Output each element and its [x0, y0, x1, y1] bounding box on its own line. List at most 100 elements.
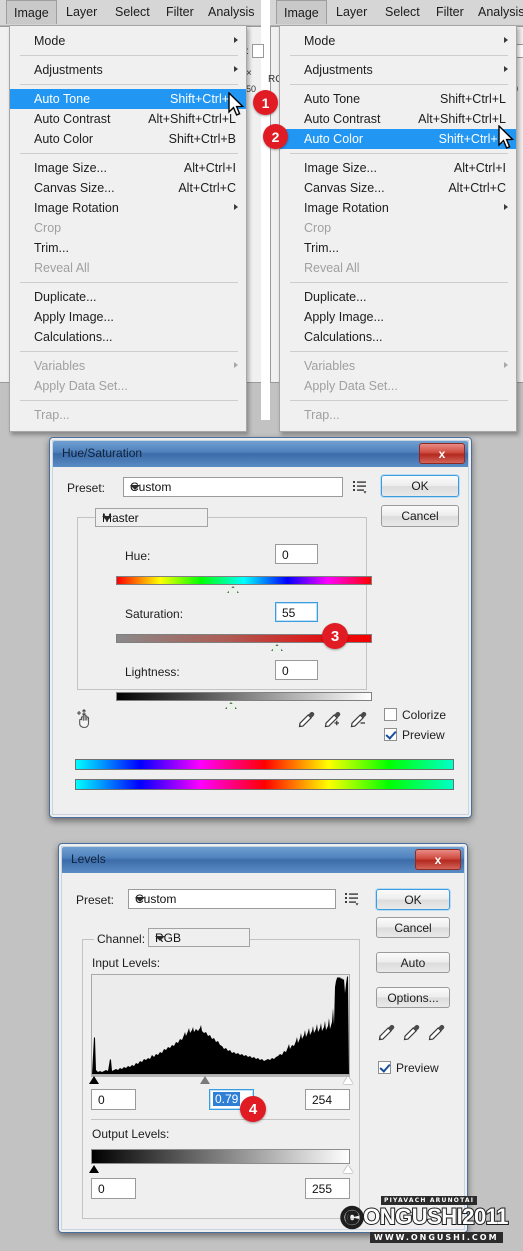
menu-item-auto-tone-left[interactable]: Auto Tone Shift+Ctrl+L	[10, 89, 246, 109]
input-white-point-handle[interactable]	[343, 1076, 353, 1084]
copyright-icon: ©	[340, 1202, 365, 1235]
preset-label: Preset:	[67, 481, 106, 495]
ok-button[interactable]: OK	[376, 889, 450, 910]
menu-item-trim-right[interactable]: Trim...	[280, 238, 516, 258]
input-white-input[interactable]: 254	[305, 1089, 350, 1110]
channel-combobox[interactable]: RGB	[148, 928, 250, 947]
spectrum-bar-source	[75, 759, 454, 770]
menu-item-label: Crop	[34, 221, 62, 235]
ok-button[interactable]: OK	[381, 475, 459, 497]
menu-separator	[290, 153, 508, 154]
menu-item-trim-left[interactable]: Trim...	[10, 238, 246, 258]
eyedropper-black-point-icon[interactable]	[377, 1023, 396, 1042]
menu-item-auto-tone-right[interactable]: Auto Tone Shift+Ctrl+L	[280, 89, 516, 109]
hue-input[interactable]: 0	[275, 544, 318, 564]
menu-item-apply-data-set-right: Apply Data Set...	[280, 376, 516, 396]
close-icon[interactable]: x	[419, 443, 465, 464]
menu-item-label: Apply Image...	[34, 310, 114, 324]
menu-item-duplicate-right[interactable]: Duplicate...	[280, 287, 516, 307]
input-gamma-handle[interactable]	[200, 1076, 210, 1084]
input-black-point-handle[interactable]	[89, 1076, 99, 1084]
menu-item-shortcut: Shift+Ctrl+L	[439, 92, 506, 106]
eyedropper-subtract-icon[interactable]	[349, 710, 368, 729]
output-black-point-handle[interactable]	[89, 1165, 99, 1173]
menu-item-adjustments-left[interactable]: Adjustments	[10, 60, 246, 80]
menubar-item-layer-right[interactable]: Layer	[329, 0, 374, 25]
lightness-slider-marker[interactable]	[225, 702, 237, 709]
chevron-down-icon	[155, 936, 165, 941]
input-black-value: 0	[98, 1093, 105, 1107]
menu-item-image-rotation-left[interactable]: Image Rotation	[10, 198, 246, 218]
preset-combobox[interactable]: Custom	[128, 889, 336, 909]
menubar-item-analysis-left[interactable]: Analysis	[201, 0, 262, 25]
cancel-button[interactable]: Cancel	[376, 917, 450, 938]
menubar-item-image-left[interactable]: Image	[6, 0, 57, 24]
channel-label: Channel:	[94, 932, 149, 946]
menubar-item-select-left[interactable]: Select	[108, 0, 157, 25]
levels-dialog: Levels x Preset: Custom OK Cancel Auto O…	[58, 843, 468, 1233]
preset-options-icon[interactable]	[352, 479, 368, 495]
watermark-site: WWW.ONGUSHI.COM	[370, 1232, 503, 1243]
close-icon[interactable]: x	[415, 849, 461, 870]
menu-item-image-size-left[interactable]: Image Size... Alt+Ctrl+I	[10, 158, 246, 178]
levels-titlebar[interactable]: Levels x	[62, 847, 464, 873]
menu-item-adjustments-right[interactable]: Adjustments	[280, 60, 516, 80]
menu-item-label: Auto Tone	[304, 92, 361, 106]
menu-separator	[20, 55, 238, 56]
menu-item-calculations-right[interactable]: Calculations...	[280, 327, 516, 347]
preview-checkbox[interactable]	[378, 1061, 391, 1074]
menubar-item-select-right[interactable]: Select	[378, 0, 427, 25]
eyedropper-add-icon[interactable]	[323, 710, 342, 729]
menu-item-image-size-right[interactable]: Image Size... Alt+Ctrl+I	[280, 158, 516, 178]
menu-item-calculations-left[interactable]: Calculations...	[10, 327, 246, 347]
menu-item-image-rotation-right[interactable]: Image Rotation	[280, 198, 516, 218]
menu-item-auto-color-right[interactable]: Auto Color Shift+Ctrl+B	[280, 129, 516, 149]
menu-item-auto-contrast-left[interactable]: Auto Contrast Alt+Shift+Ctrl+L	[10, 109, 246, 129]
eyedropper-icon[interactable]	[297, 710, 316, 729]
menu-item-canvas-size-right[interactable]: Canvas Size... Alt+Ctrl+C	[280, 178, 516, 198]
menubar-item-image-right[interactable]: Image	[276, 0, 327, 24]
colorize-checkbox[interactable]	[384, 708, 397, 721]
lightness-slider[interactable]	[116, 692, 372, 701]
menu-item-mode-right[interactable]: Mode	[280, 31, 516, 51]
menubar-item-layer-left[interactable]: Layer	[59, 0, 104, 25]
menu-item-mode-left[interactable]: Mode	[10, 31, 246, 51]
menu-item-apply-image-right[interactable]: Apply Image...	[280, 307, 516, 327]
input-levels-track	[91, 1075, 350, 1077]
eyedropper-white-point-icon[interactable]	[427, 1023, 446, 1042]
output-black-input[interactable]: 0	[91, 1178, 136, 1199]
hue-slider-marker[interactable]	[227, 586, 239, 593]
output-white-input[interactable]: 255	[305, 1178, 350, 1199]
preset-options-icon[interactable]	[344, 891, 360, 907]
saturation-slider-marker[interactable]	[271, 644, 283, 651]
saturation-input[interactable]: 55	[275, 602, 318, 622]
input-gamma-value: 0.79	[213, 1092, 241, 1106]
hue-slider[interactable]	[116, 576, 372, 585]
input-black-input[interactable]: 0	[91, 1089, 136, 1110]
options-button[interactable]: Options...	[376, 987, 450, 1008]
menu-item-apply-image-left[interactable]: Apply Image...	[10, 307, 246, 327]
on-image-adjustment-hand-icon[interactable]	[75, 707, 97, 729]
menu-item-auto-contrast-right[interactable]: Auto Contrast Alt+Shift+Ctrl+L	[280, 109, 516, 129]
menu-item-shortcut: Alt+Ctrl+C	[178, 181, 236, 195]
menu-panel-left: Image Layer Select Filter Analysis Mode …	[0, 0, 262, 432]
menu-item-label: Duplicate...	[34, 290, 97, 304]
menubar-item-analysis-right[interactable]: Analysis	[471, 0, 523, 25]
menu-separator	[290, 400, 508, 401]
menubar-item-filter-right[interactable]: Filter	[429, 0, 471, 25]
preview-checkbox[interactable]	[384, 728, 397, 741]
cancel-button[interactable]: Cancel	[381, 505, 459, 527]
menu-item-canvas-size-left[interactable]: Canvas Size... Alt+Ctrl+C	[10, 178, 246, 198]
eyedropper-gray-point-icon[interactable]	[402, 1023, 421, 1042]
menubar-item-filter-left[interactable]: Filter	[159, 0, 201, 25]
menu-separator	[290, 282, 508, 283]
channel-combobox[interactable]: Master	[95, 508, 208, 527]
preset-combobox[interactable]: Custom	[123, 477, 343, 497]
hue-saturation-titlebar[interactable]: Hue/Saturation x	[53, 441, 468, 467]
output-white-point-handle[interactable]	[343, 1165, 353, 1173]
lightness-input[interactable]: 0	[275, 660, 318, 680]
menu-item-label: Auto Color	[304, 132, 364, 146]
auto-button[interactable]: Auto	[376, 952, 450, 973]
menu-item-auto-color-left[interactable]: Auto Color Shift+Ctrl+B	[10, 129, 246, 149]
menu-item-duplicate-left[interactable]: Duplicate...	[10, 287, 246, 307]
